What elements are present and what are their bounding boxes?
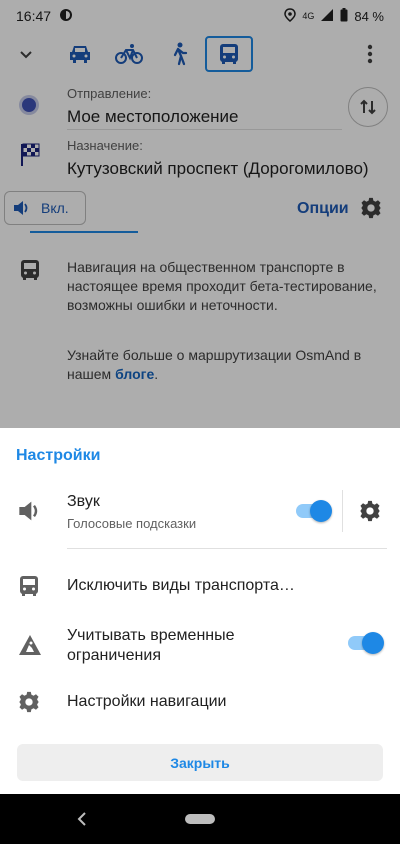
signal-icon <box>320 8 334 25</box>
bicycle-icon <box>115 44 143 64</box>
sound-settings-gear-icon[interactable] <box>359 500 383 524</box>
options-button[interactable]: Опции <box>297 200 349 218</box>
destination-field[interactable]: Назначение: Кутузовский проспект (Дорого… <box>67 138 369 179</box>
sound-title: Звук <box>67 493 100 510</box>
sound-speaker-icon <box>18 500 42 524</box>
battery-percent: 84 % <box>354 8 384 24</box>
sound-subtitle: Голосовые подсказки <box>67 516 197 531</box>
speaker-icon <box>14 201 28 215</box>
start-point-label: Отправление: <box>67 86 152 101</box>
more-options-icon[interactable] <box>358 42 382 66</box>
exclude-transport-label: Исключить виды транспорта… <box>67 577 295 594</box>
car-icon <box>70 46 90 63</box>
sound-row-divider <box>342 490 343 532</box>
bicycle-mode-button[interactable] <box>105 36 153 72</box>
destination-flag-icon <box>20 142 40 166</box>
transport-mode-row <box>0 32 400 76</box>
temp-restrictions-label: Учитывать временные ограничения <box>67 627 235 664</box>
location-icon <box>284 7 297 25</box>
transport-info-area: Навигация на общественном транспорте в н… <box>0 234 400 428</box>
settings-title: Настройки <box>16 447 101 464</box>
walking-icon <box>173 42 188 66</box>
battery-icon <box>340 7 348 25</box>
route-panel: Отправление: Мое местоположение Назначен… <box>0 32 400 234</box>
destination-label: Назначение: <box>67 138 143 153</box>
sound-toggle-label: Вкл. <box>41 200 69 216</box>
temp-restrictions-row[interactable]: Учитывать временные ограничения <box>0 621 400 673</box>
start-point-value: Мое местоположение <box>67 107 239 126</box>
bus-icon <box>220 44 238 64</box>
status-bar: 16:47 4G 84 % <box>0 0 400 32</box>
exclude-bus-icon <box>18 574 42 598</box>
start-point-icon <box>22 98 36 112</box>
car-mode-button[interactable] <box>56 36 104 72</box>
sound-toggle-button[interactable]: Вкл. <box>4 191 86 225</box>
sound-switch[interactable] <box>294 500 332 522</box>
navigation-settings-label: Настройки навигации <box>67 693 227 710</box>
learn-more-prefix: Узнайте больше о маршрутизации OsmAnd в … <box>67 347 362 382</box>
app-notification-icon <box>59 8 73 25</box>
blog-link[interactable]: блоге <box>115 366 154 382</box>
back-icon[interactable] <box>76 811 88 827</box>
bus-info-icon <box>18 258 42 282</box>
section-divider <box>67 548 387 549</box>
learn-more-suffix: . <box>154 366 159 382</box>
destination-value: Кутузовский проспект (Дорогомилово) <box>67 159 369 178</box>
network-label: 4G <box>302 11 315 21</box>
swap-arrows-icon <box>360 99 376 115</box>
navigation-settings-gear-icon <box>18 691 42 715</box>
settings-bottom-sheet: Настройки Звук Голосовые подсказки Исклю… <box>0 428 400 794</box>
close-button[interactable]: Закрыть <box>17 744 383 781</box>
status-time: 16:47 <box>16 8 52 24</box>
start-point-field[interactable]: Отправление: Мое местоположение <box>67 86 342 127</box>
road-works-icon <box>18 634 42 658</box>
beta-notice-text: Навигация на общественном транспорте в н… <box>67 259 377 313</box>
home-pill-icon[interactable] <box>185 814 215 824</box>
swap-points-button[interactable] <box>348 87 388 127</box>
tab-indicator <box>30 231 138 233</box>
system-nav-bar <box>0 794 400 844</box>
exclude-transport-row[interactable]: Исключить виды транспорта… <box>0 568 400 608</box>
options-gear-icon[interactable] <box>360 197 382 219</box>
temp-restrictions-switch[interactable] <box>346 632 384 654</box>
collapse-chevron-icon[interactable] <box>14 42 38 66</box>
learn-more-text: Узнайте больше о маршрутизации OsmAnd в … <box>67 346 377 384</box>
sound-row[interactable]: Звук Голосовые подсказки <box>0 488 400 552</box>
walking-mode-button[interactable] <box>155 36 203 72</box>
start-field-divider <box>67 129 342 130</box>
public-transport-mode-button[interactable] <box>205 36 253 72</box>
navigation-settings-row[interactable]: Настройки навигации <box>0 686 400 726</box>
